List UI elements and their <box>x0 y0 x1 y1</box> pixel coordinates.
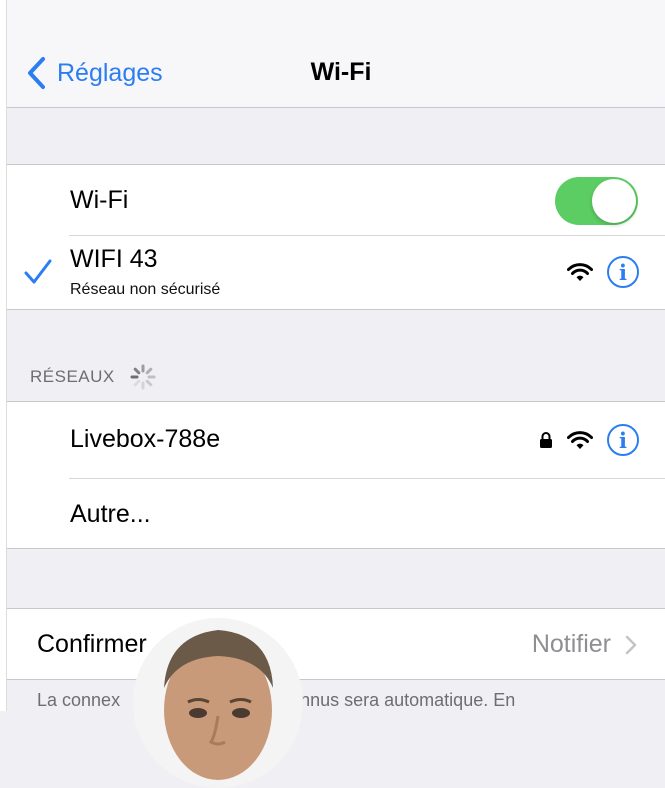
network-row-livebox[interactable]: Livebox-788e i <box>7 402 665 478</box>
connected-network-name: WIFI 43 <box>70 245 158 273</box>
ask-to-join-group: Confirmer Notifier <box>7 608 665 680</box>
info-icon[interactable]: i <box>607 424 639 456</box>
person-photo <box>133 618 303 788</box>
wifi-toggle[interactable] <box>555 177 638 225</box>
connected-network-icons: i <box>567 235 639 309</box>
footer-text-right: onnus sera automatique. En <box>290 690 516 710</box>
info-icon[interactable]: i <box>607 256 639 288</box>
networks-section-header: RÉSEAUX <box>30 363 157 391</box>
networks-list: Livebox-788e i Autre... <box>7 401 665 549</box>
other-network-label: Autre... <box>70 500 151 528</box>
wifi-group: Wi-Fi WIFI 43 Réseau non sécurisé i <box>7 164 665 310</box>
ask-to-join-value-text: Notifier <box>531 630 611 658</box>
connected-network-status: Réseau non sécurisé <box>70 281 221 298</box>
ask-to-join-label: Confirmer <box>37 630 147 658</box>
network-row-other[interactable]: Autre... <box>7 478 665 548</box>
ask-to-join-row[interactable]: Confirmer Notifier <box>7 609 665 679</box>
connected-network-row[interactable]: WIFI 43 Réseau non sécurisé i <box>7 235 665 309</box>
chevron-right-icon <box>625 635 637 654</box>
wifi-icon <box>567 431 593 449</box>
footer-text-left: La connex <box>37 690 121 710</box>
network-icons: i <box>539 402 639 478</box>
wifi-toggle-row: Wi-Fi <box>7 165 665 235</box>
wifi-icon <box>567 263 593 281</box>
spinner-icon <box>130 364 156 390</box>
network-name: Livebox-788e <box>70 425 221 453</box>
lock-icon <box>540 432 552 448</box>
navigation-bar: Réglages Wi-Fi <box>7 0 665 108</box>
presenter-avatar <box>133 618 303 788</box>
window-edge <box>0 0 7 711</box>
checkmark-icon <box>24 259 52 284</box>
page-title: Wi-Fi <box>310 58 372 86</box>
toggle-knob <box>592 179 636 223</box>
networks-header-label: RÉSEAUX <box>30 367 115 386</box>
wifi-toggle-label: Wi-Fi <box>70 186 129 214</box>
ask-to-join-value[interactable]: Notifier <box>532 630 637 659</box>
